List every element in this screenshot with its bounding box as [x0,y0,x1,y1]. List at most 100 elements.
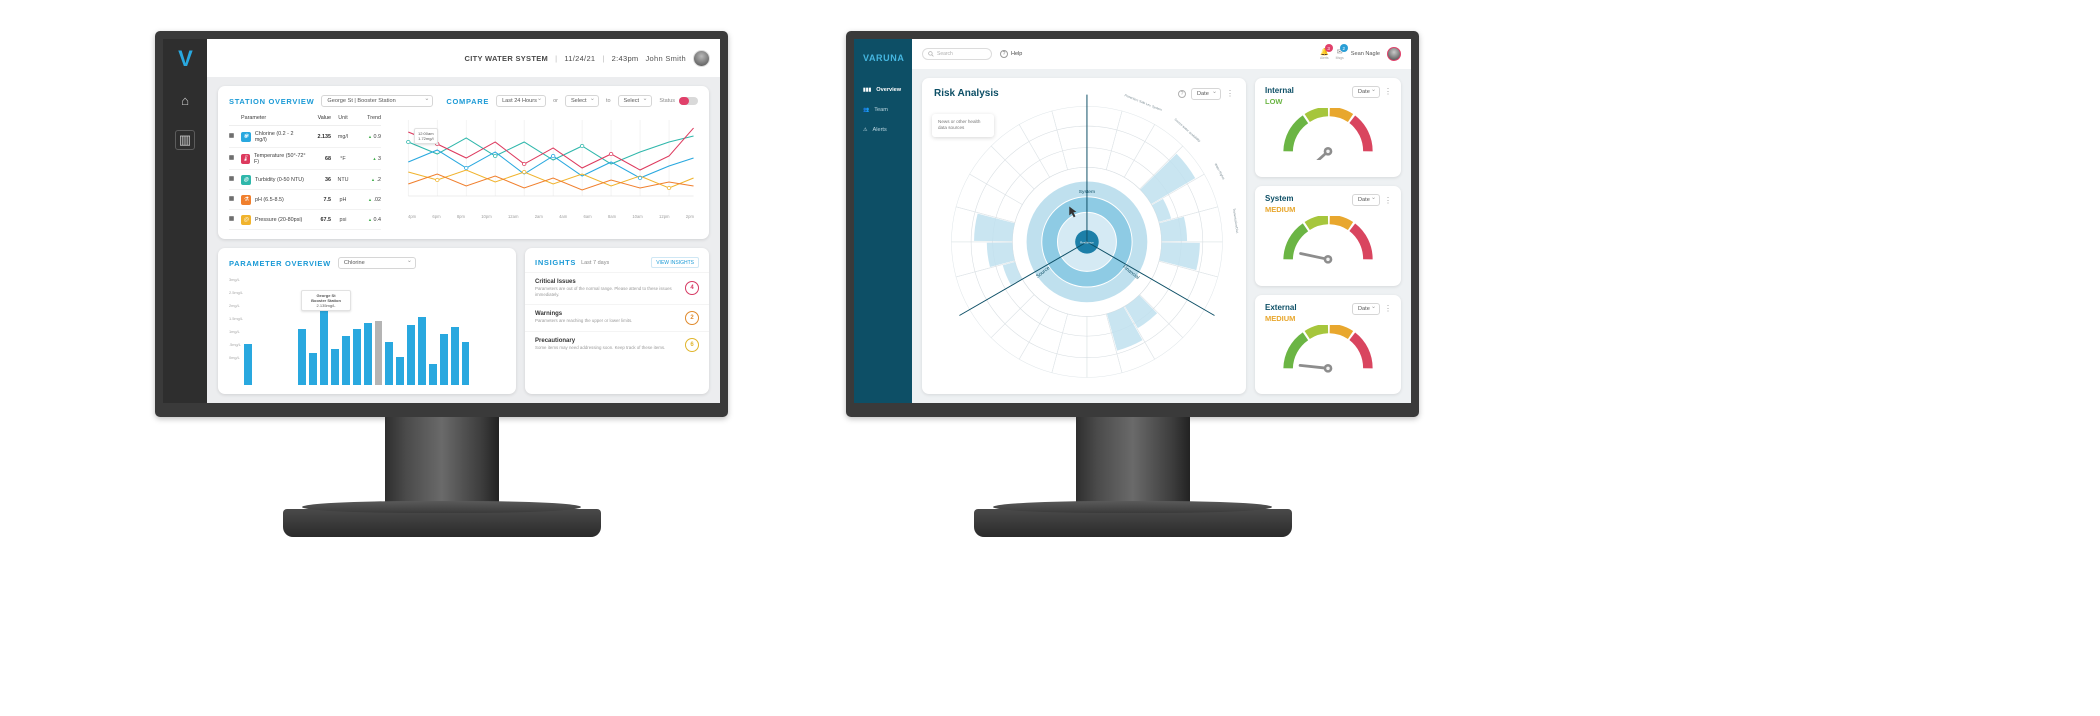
gauge-more-icon[interactable]: ⋮ [1384,88,1392,95]
gauge-date-select[interactable]: Date [1352,86,1380,98]
bar[interactable] [320,301,328,385]
bar[interactable] [309,352,318,385]
varuna-wordmark: VARUNA [854,53,912,63]
bar[interactable] [363,322,372,385]
messages-icon[interactable]: ✉ 2 [1336,44,1348,56]
compare-title: COMPARE [446,96,490,106]
row-value: 7.5 [323,196,332,203]
bar[interactable] [341,335,350,385]
sidebar-item-overview[interactable]: ▮▮▮ Overview [854,87,912,93]
insight-desc: Some items may need addressing soon. Kee… [535,345,666,351]
y-tick: 1.5mg/L [229,316,244,321]
left-header: CITY WATER SYSTEM | 11/24/21 | 2:43pm Jo… [207,39,720,77]
row-checkbox[interactable] [229,176,241,183]
x-tick: 2pm [685,214,694,219]
compare-select-a[interactable]: Select [564,95,599,107]
status-label: Status [659,98,675,104]
bar[interactable] [298,329,307,385]
status-toggle[interactable] [679,97,698,105]
gauge-more-icon[interactable]: ⋮ [1384,305,1392,312]
x-tick: 8am [607,214,617,219]
search-input[interactable]: Search [922,48,992,60]
analytics-icon[interactable]: ▥ [175,130,195,150]
bar[interactable] [461,342,470,385]
bar[interactable] [418,316,426,385]
insights-list: Critical Issues Parameters are out of the… [525,272,709,358]
gauge-svg [1283,323,1373,373]
right-avatar[interactable] [1387,47,1401,61]
search-icon [928,51,934,57]
y-tick: 3mg/L [229,277,240,282]
parameter-icon: ✾ [241,131,251,142]
row-checkbox[interactable] [229,216,241,223]
row-checkbox[interactable] [229,196,241,203]
row-parameter-label: Pressure (20-80psi) [255,216,303,223]
table-row[interactable]: ⚗ pH (6.5-8.5) 7.5 pH .02 [229,190,381,210]
header-time: 2:43pm [611,53,639,63]
messages-label: Msgs [1335,56,1344,60]
table-header-row: Parameter Value Unit Trend [229,112,381,126]
bar[interactable] [385,342,394,385]
table-row[interactable]: ✾Chlorine (0.2 - 2 mg/l) 2.135 mg/l 0.9 [229,126,381,148]
row-checkbox[interactable] [229,155,241,162]
row-unit: pH [339,196,347,203]
compare-select-b[interactable]: Select [617,95,652,107]
bar[interactable] [352,329,361,385]
sidebar-item-team[interactable]: 👥 Team [854,107,912,113]
status-badge: 4 [685,281,699,296]
bar[interactable] [396,357,405,385]
station-select[interactable]: George St | Booster Station [321,95,434,107]
y-tick: .5mg/L [229,342,241,347]
bar[interactable] [428,363,437,385]
parameter-table: Parameter Value Unit Trend ✾ Chlorine (0.… [229,112,381,230]
view-insights-button[interactable]: VIEW INSIGHTS [651,257,699,268]
header-username: John Smith [645,53,686,63]
table-row[interactable]: ◎ Pressure (20-80psi) 67.5 psi 0.4 [229,210,381,230]
sidebar-item-alerts[interactable]: ⚠ Alerts [854,127,912,133]
bar-chart-icon: ▮▮▮ [863,87,872,93]
right-app-body: Search ? Help 🔔 3 Alerts ✉ 2 Msgs Sean N… [912,39,1411,403]
home-icon[interactable]: ⌂ [175,90,195,110]
right-username: Sean Nagle [1350,51,1380,57]
gauge-more-icon[interactable]: ⋮ [1384,196,1392,203]
row-trend: 3 [355,156,381,162]
th-unit: Unit [338,115,348,121]
parameter-icon: 🌡 [241,153,250,164]
bar[interactable] [244,344,252,385]
gauge-date-select[interactable]: Date [1352,194,1380,207]
varuna-logo-mark: V [178,46,193,71]
list-item[interactable]: Critical Issues Parameters are out of the… [525,272,709,304]
tooltip-value: 1.72mg/l [418,136,434,141]
insights-header: INSIGHTS Last 7 days VIEW INSIGHTS [525,248,709,272]
bar[interactable] [450,327,459,385]
row-unit: NTU [337,176,349,183]
right-nav-list: ▮▮▮ Overview 👥 Team ⚠ Alerts [854,87,912,133]
left-nav-rail: V ⌂ ▥ [163,39,207,403]
bar[interactable] [374,320,383,385]
help-button[interactable]: ? Help [1000,50,1022,58]
list-item[interactable]: Warnings Parameters are reaching the uppe… [525,303,709,331]
header-sep-1: | [555,53,558,63]
parameter-select[interactable]: Chlorine [337,257,416,269]
list-item[interactable]: Precautionary Some items may need address… [525,330,709,358]
alerts-bell-icon[interactable]: 🔔 3 [1320,44,1333,56]
parameter-overview-card: PARAMETER OVERVIEW Chlorine 3mg/L 2.5mg/L… [218,248,517,394]
th-trend: Trend [367,115,381,121]
th-value: Value [317,115,331,121]
bar[interactable] [331,348,339,385]
table-row[interactable]: ◍ Turbidity (0-50 NTU) 36 NTU .2 [229,170,381,190]
station-overview-content: Parameter Value Unit Trend ✾ Chlorine (0.… [218,112,709,239]
right-stand-neck [1075,417,1190,509]
table-row[interactable]: 🌡Temperature (50°-72° F) 68 °F 3 [229,148,381,170]
left-monitor: V ⌂ ▥ CITY WATER SYSTEM | 11/24/21 | 2:4… [155,31,728,537]
bar[interactable] [407,325,415,385]
sunburst-outer-label: Protection: Safe Lev. System [1124,93,1163,112]
svg-text:Resilience: Resilience [1080,240,1094,244]
gauge-date-select[interactable]: Date [1352,302,1380,315]
row-checkbox[interactable] [229,133,241,140]
bar[interactable] [439,333,448,385]
row-value: 67.5 [320,216,332,223]
range-select[interactable]: Last 24 Hours [496,95,547,107]
avatar[interactable] [693,49,710,67]
insight-title: Warnings [535,311,563,318]
